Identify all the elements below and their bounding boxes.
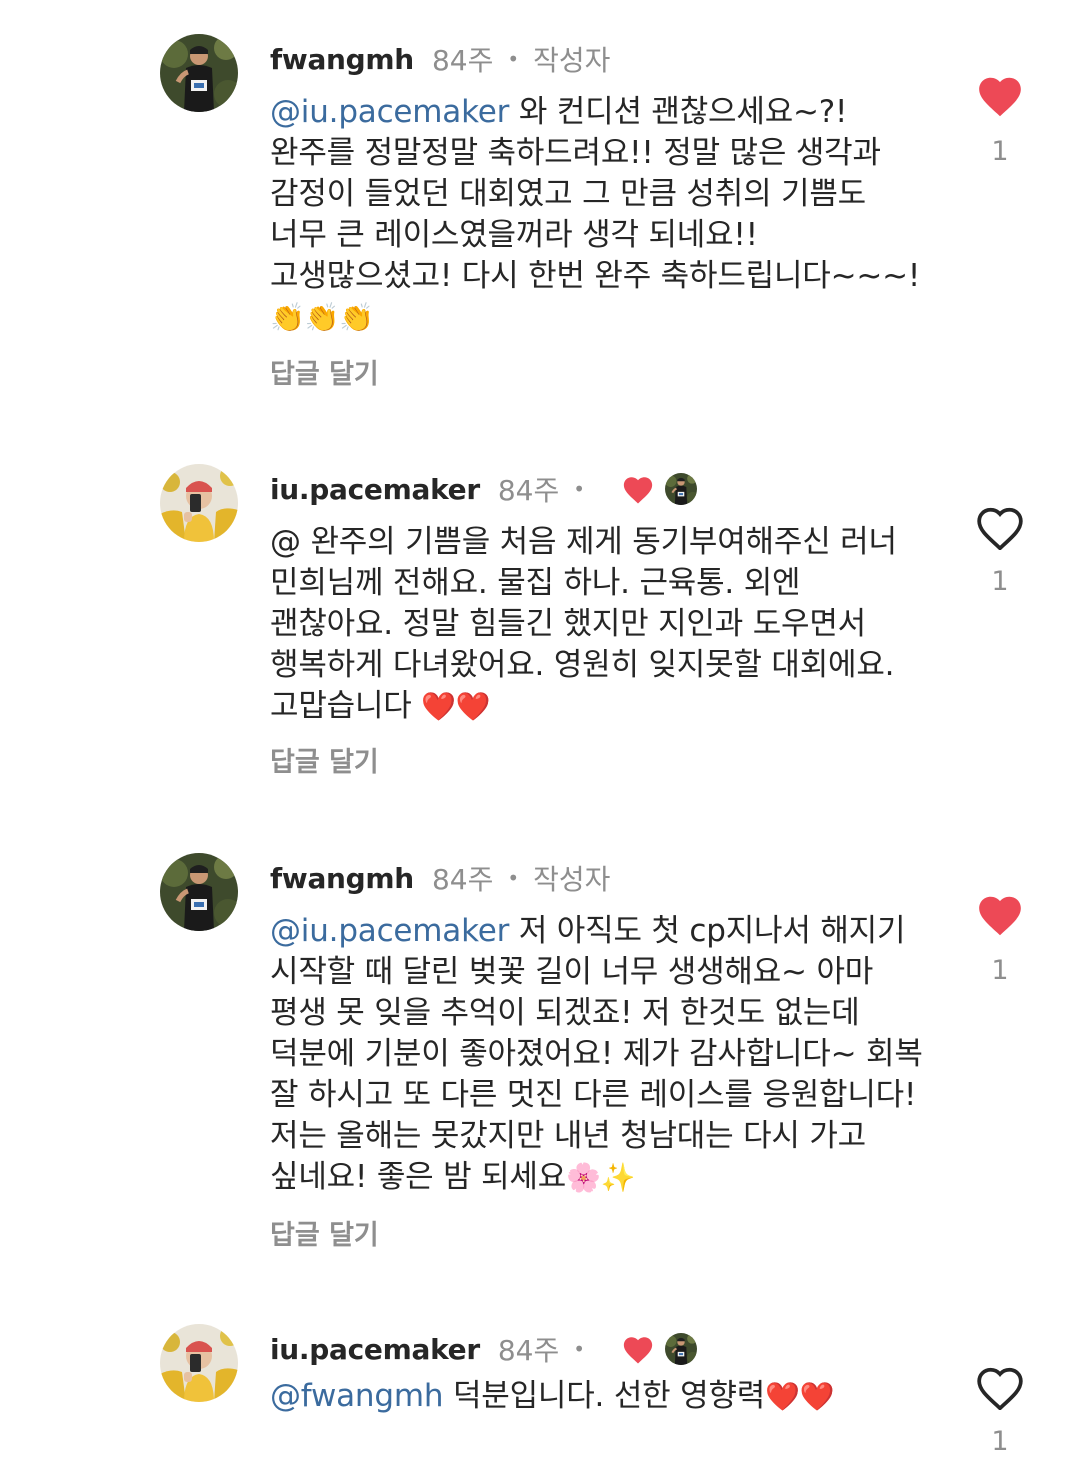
heart-emoji: ❤️❤️ [765, 1380, 835, 1413]
author-mini-avatar [665, 473, 697, 505]
author-badge: 작성자 [533, 44, 611, 77]
reply-button[interactable]: 답글 달기 [270, 740, 379, 779]
username[interactable]: fwangmh [270, 43, 414, 76]
separator-dot: • [573, 477, 586, 501]
author-mini-avatar [665, 1333, 697, 1365]
comment-meta: fwangmh 84주 • 작성자 [270, 855, 610, 901]
avatar[interactable] [160, 853, 238, 931]
mention-link[interactable]: @iu.pacemaker [270, 913, 509, 949]
like-button[interactable] [975, 72, 1025, 118]
reply-button[interactable]: 답글 달기 [270, 1213, 379, 1252]
username[interactable]: fwangmh [270, 862, 414, 895]
avatar[interactable] [160, 34, 238, 112]
comment-body: @ 완주의 기쁨을 처음 제게 동기부여해주신 러너 민희님께 전해요. 물집 … [270, 524, 897, 724]
heart-icon [621, 1333, 655, 1365]
like-count[interactable]: 1 [985, 955, 1015, 986]
heart-filled-icon [975, 72, 1025, 118]
comment-meta: iu.pacemaker 84주 • [270, 466, 697, 512]
comment-meta: iu.pacemaker 84주 • [270, 1326, 697, 1372]
clap-emoji: 👏👏👏 [270, 301, 374, 334]
separator-dot: • [507, 47, 520, 71]
comment-body: 덕분입니다. 선한 영향력 [443, 1378, 766, 1414]
liked-by-author [621, 1333, 697, 1365]
username[interactable]: iu.pacemaker [270, 473, 480, 506]
comment-body: 저 아직도 첫 cp지나서 해지기 시작할 때 달린 벚꽃 길이 너무 생생해요… [270, 913, 923, 1195]
timestamp: 84주 [497, 474, 560, 507]
mention-link[interactable]: @fwangmh [270, 1378, 443, 1414]
liked-by-author [621, 473, 697, 505]
heart-emoji: ❤️❤️ [421, 690, 491, 723]
like-button[interactable] [975, 891, 1025, 937]
avatar[interactable] [160, 1324, 238, 1402]
username[interactable]: iu.pacemaker [270, 1333, 480, 1366]
separator-dot: • [507, 866, 520, 890]
comment-meta: fwangmh 84주 • 작성자 [270, 36, 610, 82]
like-count[interactable]: 1 [985, 1426, 1015, 1457]
heart-outline-icon [975, 1364, 1025, 1410]
comment-text: @iu.pacemaker 와 컨디션 괜찮으세요~?! 완주를 정말정말 축하… [270, 92, 930, 338]
like-count[interactable]: 1 [985, 136, 1015, 167]
like-button[interactable] [975, 504, 1025, 550]
avatar[interactable] [160, 464, 238, 542]
heart-outline-icon [975, 504, 1025, 550]
blossom-sparkle-emoji: 🌸✨ [566, 1161, 636, 1194]
comment-text: @fwangmh 덕분입니다. 선한 영향력❤️❤️ [270, 1376, 930, 1417]
heart-filled-icon [975, 891, 1025, 937]
reply-button[interactable]: 답글 달기 [270, 352, 379, 391]
timestamp: 84주 [431, 44, 494, 77]
comment-text: @iu.pacemaker 저 아직도 첫 cp지나서 해지기 시작할 때 달린… [270, 911, 930, 1198]
like-count[interactable]: 1 [985, 566, 1015, 597]
timestamp: 84주 [497, 1334, 560, 1367]
comment-text: @ 완주의 기쁨을 처음 제게 동기부여해주신 러너 민희님께 전해요. 물집 … [270, 522, 930, 727]
separator-dot: • [573, 1337, 586, 1361]
timestamp: 84주 [431, 863, 494, 896]
like-button[interactable] [975, 1364, 1025, 1410]
author-badge: 작성자 [533, 863, 611, 896]
mention-link[interactable]: @iu.pacemaker [270, 94, 509, 130]
heart-icon [621, 473, 655, 505]
